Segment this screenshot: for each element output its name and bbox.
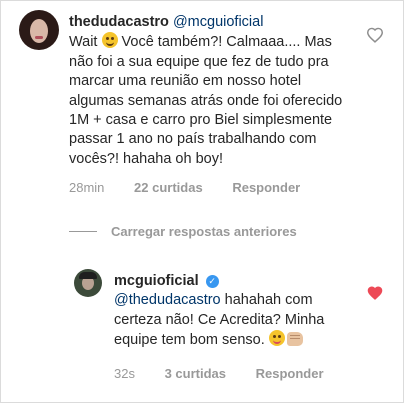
comment-text-start: Wait xyxy=(69,34,98,51)
comment-username[interactable]: mcguioficial xyxy=(114,273,199,289)
verified-badge-icon: ✓ xyxy=(205,275,219,288)
like-heart-icon[interactable] xyxy=(366,27,384,43)
load-previous-replies-button[interactable]: Carregar respostas anteriores xyxy=(69,224,297,239)
comment-time: 28min xyxy=(69,180,105,195)
comment-thedudacastro: thedudacastro @mcguioficial Wait Você ta… xyxy=(69,13,359,169)
comment-meta: 28min 22 curtidas Responder xyxy=(69,180,326,195)
reply-button[interactable]: Responder xyxy=(256,366,324,381)
comment-mention[interactable]: @thedudacastro xyxy=(114,292,221,308)
likes-count-link[interactable]: 3 curtidas xyxy=(165,366,226,381)
divider-line xyxy=(69,231,97,232)
comment-time: 32s xyxy=(114,366,135,381)
fist-emoji xyxy=(286,332,303,347)
reply-button[interactable]: Responder xyxy=(232,180,300,195)
avatar-lips xyxy=(35,36,43,39)
likes-count-link[interactable]: 22 curtidas xyxy=(134,180,203,195)
comment-meta: 32s 3 curtidas Responder xyxy=(114,366,350,381)
comment-text: Você também?! Calmaaa.... Mas não foi a … xyxy=(69,34,343,167)
comment-mcguioficial: mcguioficial ✓ @thedudacastro hahahah co… xyxy=(114,272,364,351)
avatar[interactable] xyxy=(74,269,102,297)
avatar-face xyxy=(30,19,48,43)
comment-mention[interactable]: @mcguioficial xyxy=(173,14,263,30)
grinning-sweat-emoji xyxy=(101,32,118,49)
load-more-label: Carregar respostas anteriores xyxy=(111,224,297,239)
avatar[interactable] xyxy=(19,10,59,50)
winking-tongue-emoji xyxy=(268,330,285,347)
avatar-cap xyxy=(79,272,97,279)
comment-username[interactable]: thedudacastro xyxy=(69,14,169,30)
liked-heart-icon[interactable] xyxy=(366,285,384,301)
